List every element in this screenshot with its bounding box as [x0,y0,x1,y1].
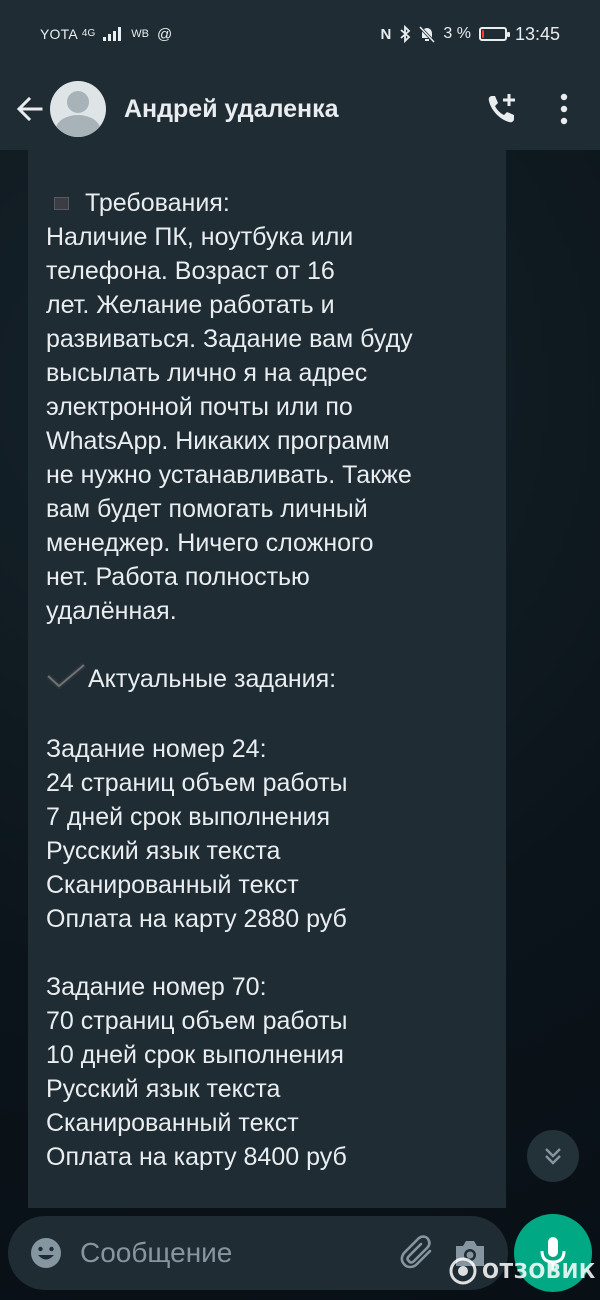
message-composer [8,1216,508,1290]
message-line: Оплата на карту 2880 руб [46,904,347,933]
menu-button[interactable] [540,85,588,133]
chat-screen: YOTA 4G WB @ N 3 % 13:45 Андрей удаленка… [0,0,600,1300]
message-line: лет. Желание работать и [46,291,335,319]
message-line: менеджер. Ничего сложного [46,529,374,557]
status-bar: YOTA 4G WB @ N 3 % 13:45 [0,0,600,68]
message-line: Оплата на карту 8400 руб [46,1142,347,1171]
message-line: не нужно устанавливать. Также [46,461,412,489]
double-chevron-down-icon [545,1148,561,1165]
square-emoji-icon [54,196,69,210]
scroll-to-bottom-button[interactable] [527,1130,579,1182]
bluetooth-icon [400,25,411,43]
message-line: Русский язык текста [46,1074,281,1103]
message-line: высылать лично я на адрес [46,359,368,387]
message-line: Актуальные задания: [45,662,488,698]
emoji-icon [31,1238,61,1268]
clock: 13:45 [514,23,560,44]
message-line: Требования: [46,186,488,220]
message-line: 70 страниц объем работы [46,1006,348,1035]
message-line: 7 дней срок выполнения [46,802,330,831]
message-line: Сканированный текст [46,870,299,899]
attach-button[interactable] [392,1227,444,1279]
arrow-left-icon [16,96,43,122]
battery-fill [481,30,484,38]
message-line: вам будет помогать личный [46,495,368,523]
battery-icon [478,27,510,41]
message-line: 10 дней срок выполнения [46,1040,344,1069]
nfc-icon: N [380,25,392,43]
message-line: удалённая. [46,597,177,625]
message-line: развиваться. Задание вам буду [46,325,413,353]
carrier-name: YOTA [40,26,78,42]
message-line: электронной почты или по [46,393,353,421]
watermark: ОТЗОВИК [448,1256,596,1286]
message-input[interactable] [72,1237,392,1269]
message-line: WhatsApp. Никаких программ [46,427,390,455]
message-bubble[interactable]: Требования: Наличие ПК, ноутбука или тел… [28,150,506,1208]
avatar-body [56,115,100,137]
back-button[interactable] [12,85,48,133]
message-line: нет. Работа полностью [46,563,310,591]
more-vertical-icon [560,93,568,125]
message-line: Сканированный текст [46,1108,299,1137]
avatar[interactable] [50,81,106,137]
status-extra: WB [131,28,149,40]
message-line: Русский язык текста [46,836,281,865]
network-type: 4G [81,28,96,39]
add-call-button[interactable] [478,85,526,133]
check-mark-icon [45,662,86,698]
otzovik-logo-icon [449,1257,477,1285]
avatar-head [67,91,89,113]
signal-icon [103,27,122,41]
status-right: N 3 % 13:45 [381,24,560,45]
mute-bell-icon [419,25,436,43]
message-line: телефона. Возраст от 16 [46,257,335,285]
watermark-text: ОТЗОВИК [482,1259,596,1283]
chat-header: Андрей удаленка [0,68,600,150]
at-icon: @ [156,25,173,43]
status-left: YOTA 4G WB @ [40,26,172,43]
paperclip-icon [400,1235,432,1269]
emoji-button[interactable] [20,1227,72,1279]
message-line: 24 страниц объем работы [46,768,348,797]
message-line: Задание номер 70: [46,972,267,1001]
add-call-icon [488,94,515,123]
battery-percent: 3 % [443,25,471,42]
message-line: Наличие ПК, ноутбука или [46,223,354,251]
message-line: Задание номер 24: [46,734,267,763]
contact-name[interactable]: Андрей удаленка [124,95,464,124]
